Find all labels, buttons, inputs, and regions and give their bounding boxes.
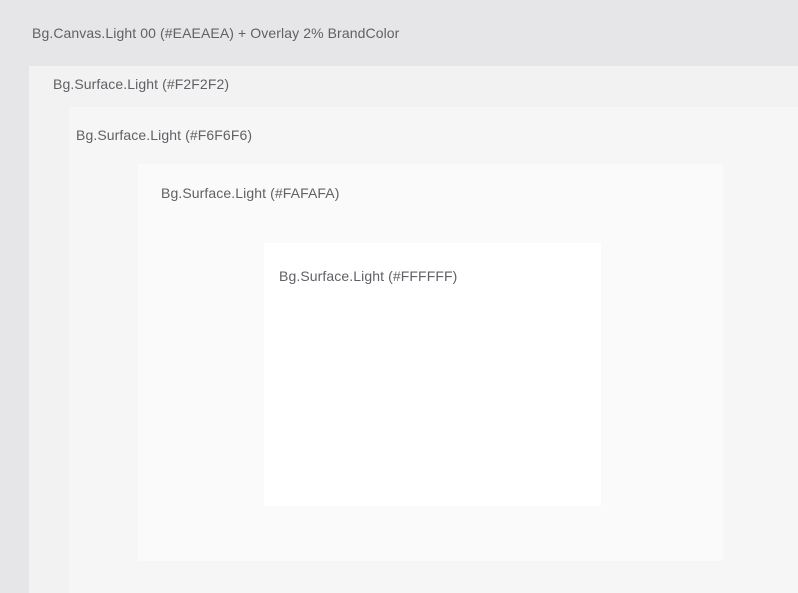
canvas-background: { "canvas": { "label": "Bg.Canvas.Light … (0, 0, 798, 593)
surface-f2f2f2-panel: Bg.Surface.Light (#F2F2F2) Bg.Surface.Li… (29, 66, 798, 593)
surface-f6f6f6-panel: Bg.Surface.Light (#F6F6F6) Bg.Surface.Li… (69, 107, 798, 593)
surface-fafafa-panel: Bg.Surface.Light (#FAFAFA) Bg.Surface.Li… (138, 164, 723, 561)
surface-fafafa-label: Bg.Surface.Light (#FAFAFA) (161, 185, 340, 201)
surface-ffffff-panel: Bg.Surface.Light (#FFFFFF) (264, 243, 601, 506)
surface-f6f6f6-label: Bg.Surface.Light (#F6F6F6) (76, 127, 253, 143)
canvas-label: Bg.Canvas.Light 00 (#EAEAEA) + Overlay 2… (32, 25, 400, 41)
surface-ffffff-label: Bg.Surface.Light (#FFFFFF) (279, 268, 458, 284)
surface-f2f2f2-label: Bg.Surface.Light (#F2F2F2) (53, 76, 230, 92)
